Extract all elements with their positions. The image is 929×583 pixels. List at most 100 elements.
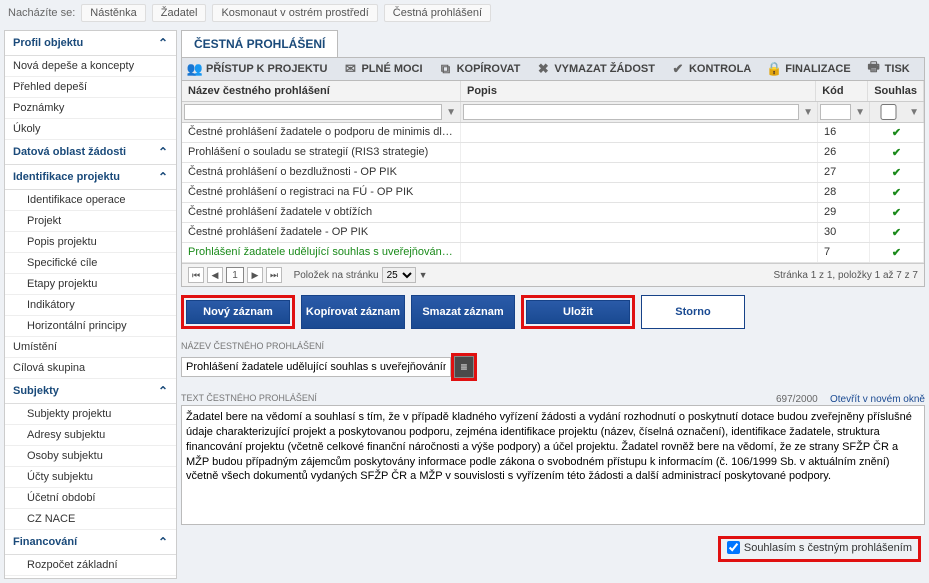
funnel-icon[interactable]: ▼ — [907, 107, 921, 118]
sidebar-item[interactable]: Účetní období — [5, 488, 176, 509]
grid: Název čestného prohlášení Popis Kód Souh… — [181, 81, 925, 287]
toolbar-finalize[interactable]: 🔒FINALIZACE — [767, 62, 850, 76]
sidebar-section-profil[interactable]: Profil objektu⌃ — [5, 31, 176, 56]
toolbar-delete[interactable]: ✖VYMAZAT ŽÁDOST — [536, 62, 655, 76]
cell-code: 29 — [818, 203, 870, 222]
toolbar-check[interactable]: ✔KONTROLA — [671, 62, 751, 76]
breadcrumb-item[interactable]: Čestná prohlášení — [384, 4, 491, 22]
cell-code: 28 — [818, 183, 870, 202]
agree-checkbox-wrap[interactable]: Souhlasím s čestným prohlášením — [727, 541, 912, 554]
check-icon: ✔ — [892, 247, 901, 259]
sidebar-item[interactable]: Přehled depeší — [5, 77, 176, 98]
sidebar-section-subjekty[interactable]: Subjekty⌃ — [5, 379, 176, 404]
sidebar-item[interactable]: Úkoly — [5, 119, 176, 140]
cell-name: Čestné prohlášení žadatele o podporu de … — [182, 123, 461, 142]
table-row[interactable]: Čestné prohlášení žadatele - OP PIK30✔ — [182, 223, 924, 243]
sidebar-item[interactable]: Identifikace operace — [5, 190, 176, 211]
cell-desc — [461, 123, 818, 142]
save-button[interactable]: Uložit — [526, 300, 630, 324]
main-content: ČESTNÁ PROHLÁŠENÍ 👥PŘÍSTUP K PROJEKTU ✉P… — [181, 30, 925, 579]
col-header-code[interactable]: Kód — [816, 81, 868, 101]
cell-desc — [461, 143, 818, 162]
name-field-label: NÁZEV ČESTNÉHO PROHLÁŠENÍ — [181, 341, 925, 351]
text-field[interactable] — [181, 405, 925, 525]
cell-name: Prohlášení žadatele udělující souhlas s … — [182, 243, 461, 262]
sidebar-item[interactable]: CZ NACE — [5, 509, 176, 530]
sidebar-item[interactable]: Projekt — [5, 211, 176, 232]
pager-first[interactable]: ⏮ — [188, 267, 204, 283]
chevron-up-icon: ⌃ — [158, 384, 168, 398]
sidebar-item[interactable]: Umístění — [5, 337, 176, 358]
cell-name: Čestná prohlášení o bezdlužnosti - OP PI… — [182, 163, 461, 182]
table-row[interactable]: Prohlášení žadatele udělující souhlas s … — [182, 243, 924, 263]
sidebar-item[interactable]: Adresy subjektu — [5, 425, 176, 446]
new-record-button[interactable]: Nový záznam — [186, 300, 290, 324]
pager-per-select[interactable]: 25 — [382, 267, 416, 283]
toolbar-access[interactable]: 👥PŘÍSTUP K PROJEKTU — [188, 62, 327, 76]
sidebar-item[interactable]: Indikátory — [5, 295, 176, 316]
breadcrumb-item[interactable]: Kosmonaut v ostrém prostředí — [212, 4, 377, 22]
open-new-window-link[interactable]: Otevřít v novém okně — [830, 394, 925, 405]
sidebar-section-identifikace[interactable]: Identifikace projektu⌃ — [5, 165, 176, 190]
agree-checkbox[interactable] — [727, 541, 740, 554]
sidebar-item[interactable]: Subjekty projektu — [5, 404, 176, 425]
name-field[interactable] — [181, 357, 451, 377]
copy-record-button[interactable]: Kopírovat záznam — [301, 295, 405, 329]
sidebar-section-financovani[interactable]: Financování⌃ — [5, 530, 176, 555]
sidebar-item[interactable]: Etapy projektu — [5, 274, 176, 295]
check-icon: ✔ — [892, 167, 901, 179]
cell-desc — [461, 223, 818, 242]
sidebar-item[interactable]: Cílová skupina — [5, 358, 176, 379]
check-icon: ✔ — [892, 207, 901, 219]
sidebar-item[interactable]: Rozpočet základní — [5, 555, 176, 576]
cell-desc — [461, 163, 818, 182]
tab-cestna[interactable]: ČESTNÁ PROHLÁŠENÍ — [181, 30, 338, 57]
toolbar-plne-moci[interactable]: ✉PLNÉ MOCI — [343, 62, 422, 76]
table-row[interactable]: Čestné prohlášení žadatele o podporu de … — [182, 123, 924, 143]
check-icon: ✔ — [671, 62, 685, 76]
table-row[interactable]: Čestná prohlášení o bezdlužnosti - OP PI… — [182, 163, 924, 183]
sidebar-item[interactable]: Osoby subjektu — [5, 446, 176, 467]
funnel-icon[interactable]: ▼ — [444, 107, 458, 118]
sidebar-item[interactable]: Horizontální principy — [5, 316, 176, 337]
funnel-icon[interactable]: ▼ — [801, 107, 815, 118]
copy-icon: ⧉ — [439, 62, 453, 76]
cell-name: Čestné prohlášení žadatele v obtížích — [182, 203, 461, 222]
filter-code[interactable] — [820, 104, 851, 120]
toolbar: 👥PŘÍSTUP K PROJEKTU ✉PLNÉ MOCI ⧉KOPÍROVA… — [181, 57, 925, 81]
sidebar-item[interactable]: Popis projektu — [5, 232, 176, 253]
pager-last[interactable]: ⏭ — [266, 267, 282, 283]
text-field-label: TEXT ČESTNÉHO PROHLÁŠENÍ — [181, 393, 317, 403]
filter-desc[interactable] — [463, 104, 799, 120]
cell-agree: ✔ — [870, 183, 924, 202]
table-row[interactable]: Prohlášení o souladu se strategií (RIS3 … — [182, 143, 924, 163]
list-picker-button[interactable]: ≡ — [454, 356, 474, 378]
cell-agree: ✔ — [870, 243, 924, 262]
sidebar-item[interactable]: Nová depeše a koncepty — [5, 56, 176, 77]
pager-page: 1 — [226, 267, 244, 283]
breadcrumb-item[interactable]: Nástěnka — [81, 4, 145, 22]
funnel-icon[interactable]: ▼ — [853, 107, 867, 118]
cell-code: 16 — [818, 123, 870, 142]
cancel-button[interactable]: Storno — [641, 295, 745, 329]
toolbar-copy[interactable]: ⧉KOPÍROVAT — [439, 62, 521, 76]
col-header-desc[interactable]: Popis — [461, 81, 816, 101]
toolbar-print[interactable]: 🖶TISK — [867, 62, 910, 76]
filter-name[interactable] — [184, 104, 442, 120]
cell-agree: ✔ — [870, 223, 924, 242]
pager-summary: Stránka 1 z 1, položky 1 až 7 z 7 — [773, 270, 918, 281]
filter-agree[interactable] — [872, 104, 905, 120]
table-row[interactable]: Čestné prohlášení žadatele v obtížích 29 ✔ — [182, 203, 924, 223]
pager-next[interactable]: ▶ — [247, 267, 263, 283]
delete-record-button[interactable]: Smazat záznam — [411, 295, 515, 329]
sidebar-item[interactable]: Účty subjektu — [5, 467, 176, 488]
sidebar-section-datova[interactable]: Datová oblast žádosti⌃ — [5, 140, 176, 165]
col-header-agree[interactable]: Souhlas — [868, 81, 924, 101]
breadcrumb-item[interactable]: Žadatel — [152, 4, 207, 22]
sidebar-item[interactable]: Poznámky — [5, 98, 176, 119]
pager-prev[interactable]: ◀ — [207, 267, 223, 283]
col-header-name[interactable]: Název čestného prohlášení — [182, 81, 461, 101]
table-row[interactable]: Čestné prohlášení o registraci na FÚ - O… — [182, 183, 924, 203]
chevron-up-icon: ⌃ — [158, 535, 168, 549]
sidebar-item[interactable]: Specifické cíle — [5, 253, 176, 274]
